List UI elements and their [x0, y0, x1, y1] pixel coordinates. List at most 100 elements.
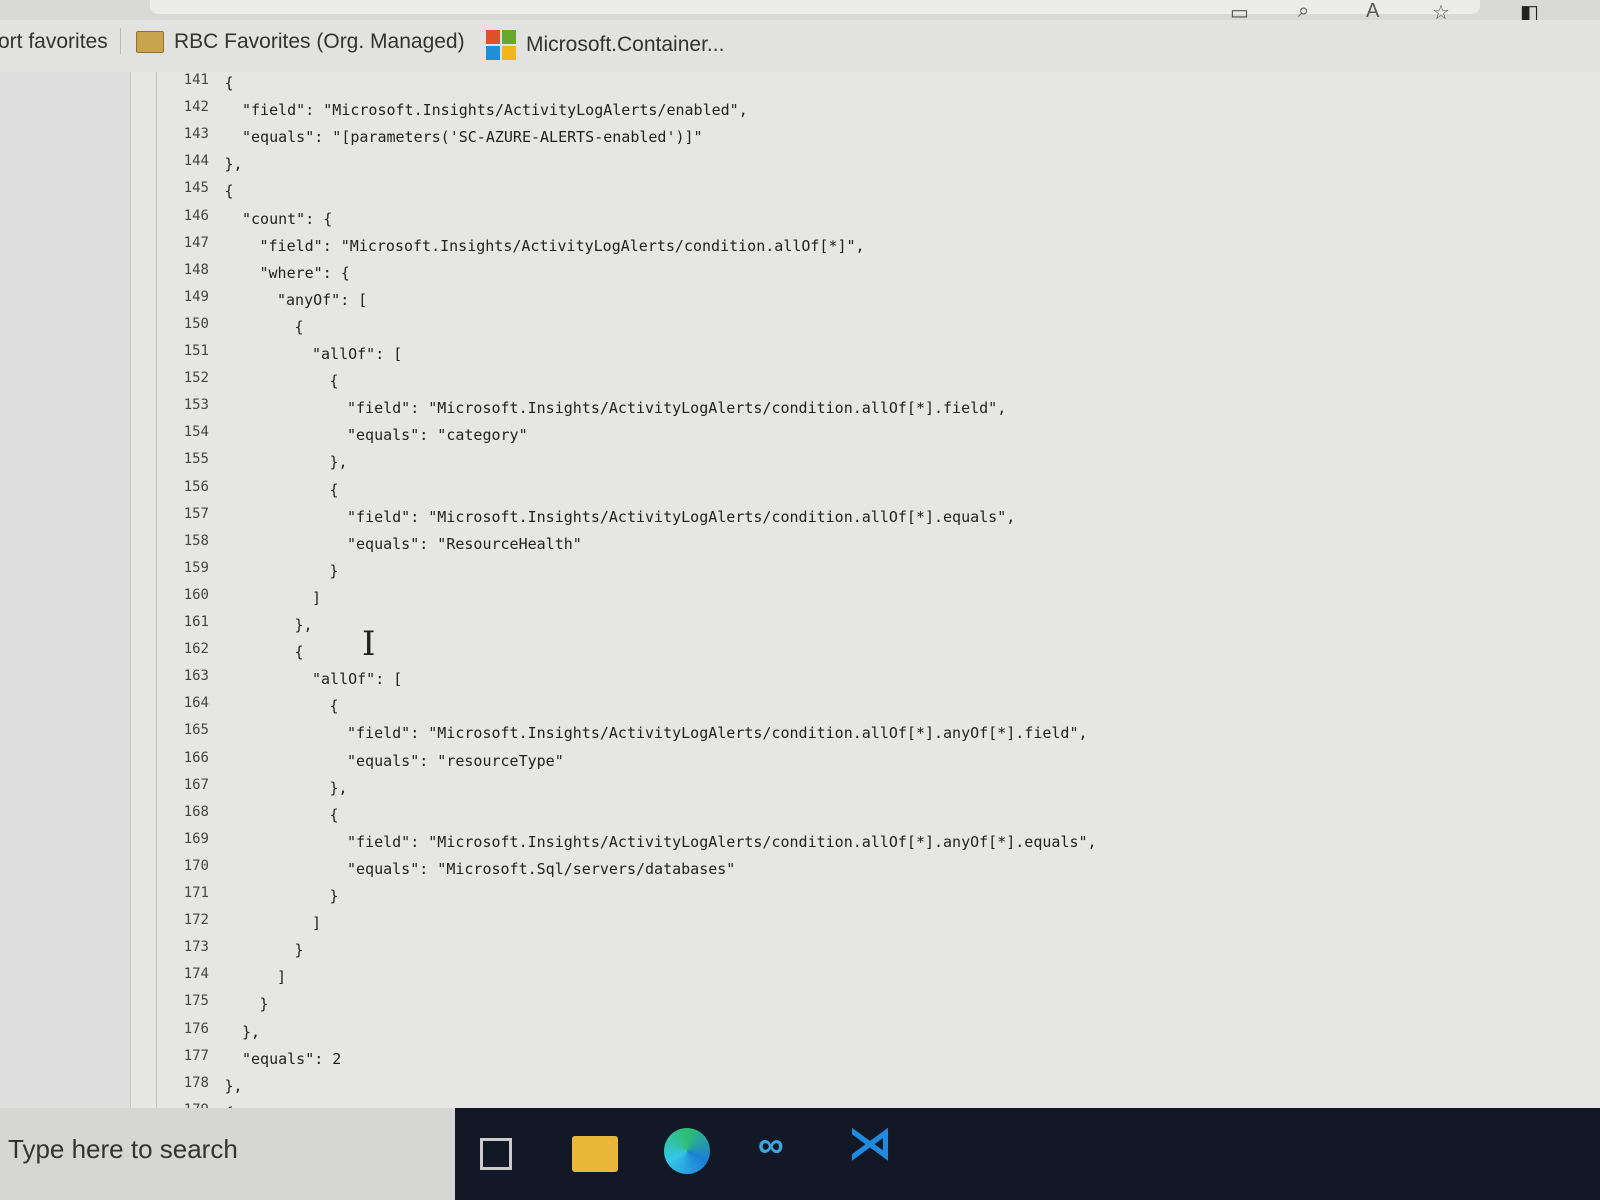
bookmarks-bar: ort favorites RBC Favorites (Org. Manage… — [0, 20, 1600, 73]
code-line[interactable]: 166 "equals": "resourceType" — [131, 750, 1600, 777]
line-number: 142 — [183, 99, 209, 116]
code-line[interactable]: 155}, — [131, 451, 1600, 478]
code-text: ] — [312, 588, 322, 607]
address-bar[interactable] — [150, 0, 1480, 14]
code-line[interactable]: 169 "field": "Microsoft.Insights/Activity… — [131, 831, 1600, 858]
line-number: 176 — [183, 1020, 209, 1037]
code-line[interactable]: 142 "field": "Microsoft.Insights/Activity… — [131, 99, 1600, 126]
code-line[interactable]: 173} — [131, 939, 1600, 966]
bookmark-label: ort favorites — [0, 30, 108, 53]
line-number: 162 — [183, 641, 209, 658]
code-text: { — [329, 480, 339, 499]
code-line[interactable]: 161}, — [131, 614, 1600, 641]
line-number: 175 — [183, 993, 209, 1010]
line-number: 154 — [183, 424, 209, 441]
bookmark-rbc-favorites[interactable]: RBC Favorites (Org. Managed) — [136, 30, 465, 54]
code-line[interactable]: 176}, — [131, 1021, 1600, 1048]
line-number: 164 — [183, 695, 209, 712]
code-text: }, — [329, 778, 348, 797]
code-line[interactable]: 149 "anyOf": [ — [131, 289, 1600, 316]
code-text: "field": "Microsoft.Insights/ActivityLog… — [242, 101, 748, 120]
bookmark-label: RBC Favorites (Org. Managed) — [174, 30, 465, 53]
line-number: 146 — [183, 207, 209, 224]
code-line[interactable]: 157 "field": "Microsoft.Insights/Activity… — [131, 506, 1600, 533]
code-line[interactable]: 168 { — [131, 804, 1600, 831]
code-text: }, — [242, 1022, 261, 1041]
line-number: 171 — [183, 885, 209, 901]
code-line[interactable]: 141 { — [131, 72, 1600, 99]
line-number: 167 — [183, 776, 209, 793]
line-number: 152 — [183, 370, 209, 387]
bookmark-label: Microsoft.Container... — [526, 33, 725, 56]
bookmark-import-favorites[interactable]: ort favorites — [0, 30, 108, 54]
code-text: "field": "Microsoft.Insights/ActivityLog… — [347, 507, 1016, 526]
divider — [120, 28, 121, 54]
code-line[interactable]: 177 "equals": 2 — [131, 1048, 1600, 1075]
code-line[interactable]: 160] — [131, 587, 1600, 614]
code-text: } — [259, 995, 269, 1014]
code-text: "allOf": [ — [312, 670, 403, 689]
file-explorer-icon[interactable] — [572, 1136, 618, 1172]
line-number: 178 — [183, 1074, 209, 1091]
code-text: "where": { — [259, 263, 350, 282]
code-text: "equals": "Microsoft.Sql/servers/databas… — [347, 859, 736, 878]
code-line[interactable]: 174] — [131, 966, 1600, 993]
code-text: "equals": "ResourceHealth" — [347, 534, 582, 553]
code-line[interactable]: 158 "equals": "ResourceHealth" — [131, 533, 1600, 560]
line-number: 174 — [183, 966, 209, 983]
code-text: }, — [329, 453, 348, 472]
browser-toolbar: ▭ ⌕ A ☆ ◧ — [0, 0, 1600, 24]
code-line[interactable]: 159} — [131, 560, 1600, 587]
line-number: 147 — [183, 234, 209, 251]
code-line[interactable]: 147 "field": "Microsoft.Insights/Activity… — [131, 235, 1600, 262]
code-line[interactable]: 178}, — [131, 1075, 1600, 1102]
line-number: 148 — [183, 261, 209, 278]
bookmark-microsoft-container[interactable]: Microsoft.Container... — [486, 30, 724, 60]
code-line[interactable]: 143 "equals": "[parameters('SC-AZURE-ALER… — [131, 126, 1600, 153]
code-line[interactable]: 156 { — [131, 479, 1600, 506]
task-view-icon[interactable] — [480, 1138, 512, 1170]
code-line[interactable]: 171} — [131, 885, 1600, 912]
code-line[interactable]: 150 { — [131, 316, 1600, 343]
code-line[interactable]: 152 { — [131, 370, 1600, 397]
code-line[interactable]: 165 "field": "Microsoft.Insights/Activity… — [131, 722, 1600, 749]
code-line[interactable]: 175} — [131, 993, 1600, 1020]
vscode-icon[interactable]: ⋊ — [848, 1118, 894, 1168]
code-text: { — [329, 805, 339, 824]
code-text: }, — [224, 155, 243, 174]
code-line[interactable]: 145 { — [131, 180, 1600, 207]
code-editor[interactable]: 141 {142 "field": "Microsoft.Insights/Acti… — [131, 72, 1600, 1122]
code-line[interactable]: 144}, — [131, 153, 1600, 180]
code-text: }, — [224, 1076, 243, 1095]
line-number: 170 — [183, 857, 209, 874]
taskbar-search-input[interactable]: Type here to search — [0, 1108, 455, 1200]
code-line[interactable]: 167}, — [131, 777, 1600, 804]
code-text: { — [329, 697, 339, 716]
code-text: "equals": "category" — [347, 426, 528, 445]
edge-icon[interactable] — [664, 1128, 710, 1174]
code-text: "count": { — [242, 209, 333, 228]
line-number: 145 — [183, 180, 209, 197]
code-line[interactable]: 172] — [131, 912, 1600, 939]
line-number: 161 — [183, 614, 209, 630]
code-line[interactable]: 151 "allOf": [ — [131, 343, 1600, 370]
line-number: 144 — [183, 153, 209, 170]
line-number: 143 — [183, 126, 209, 143]
folder-icon — [136, 31, 164, 53]
gutter-divider — [156, 72, 157, 1108]
code-line[interactable]: 148 "where": { — [131, 262, 1600, 289]
code-text: { — [294, 643, 304, 662]
code-line[interactable]: 154 "equals": "category" — [131, 424, 1600, 451]
code-line[interactable]: 153 "field": "Microsoft.Insights/Activity… — [131, 397, 1600, 424]
code-line[interactable]: 164 { — [131, 695, 1600, 722]
line-number: 151 — [183, 343, 209, 359]
code-line[interactable]: 170 "equals": "Microsoft.Sql/servers/data… — [131, 858, 1600, 885]
webex-icon[interactable]: ∞ — [758, 1124, 804, 1170]
code-text: "equals": 2 — [242, 1049, 342, 1068]
line-number: 155 — [183, 451, 209, 468]
code-text: "field": "Microsoft.Insights/ActivityLog… — [347, 832, 1097, 851]
code-line[interactable]: 163 "allOf": [ — [131, 668, 1600, 695]
code-line[interactable]: 162 { — [131, 641, 1600, 668]
code-line[interactable]: 146 "count": { — [131, 208, 1600, 235]
code-text: "equals": "[parameters('SC-AZURE-ALERTS-… — [242, 128, 703, 147]
